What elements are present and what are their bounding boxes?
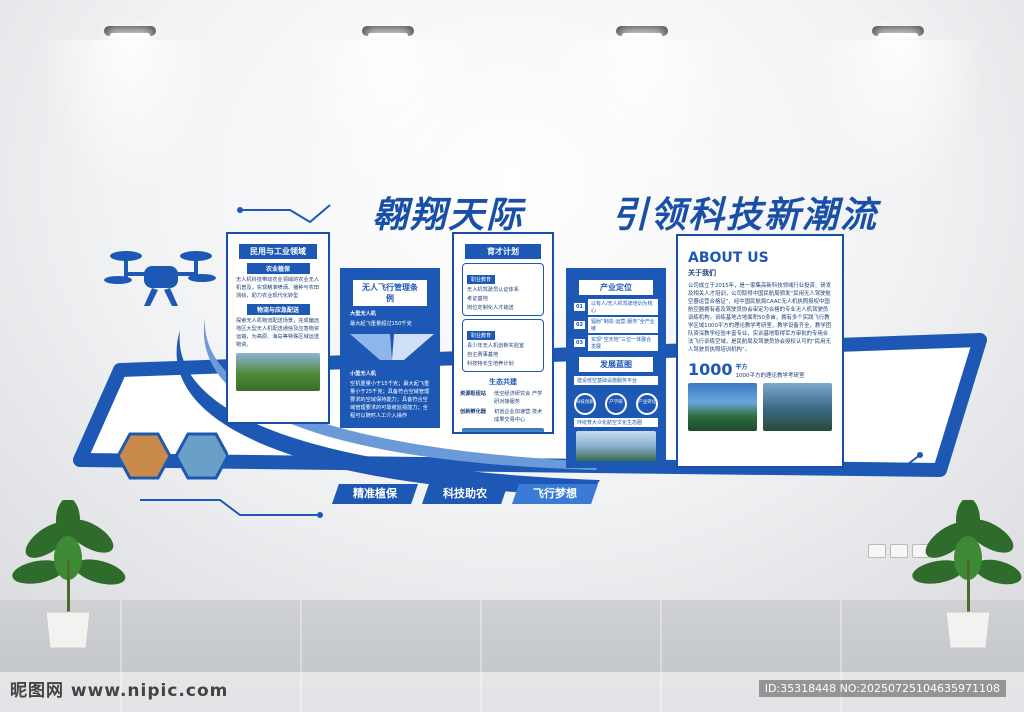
eco-text: 初创企业加速营 技术成果交易中心 bbox=[494, 409, 543, 423]
panel-title: 产业定位 bbox=[578, 280, 654, 295]
panel-subtitle: 农业植保 bbox=[246, 263, 310, 274]
drone-lake-photo bbox=[462, 428, 544, 432]
panel-subtitle: 小型无人机 bbox=[350, 371, 376, 377]
cargo-drone-photo bbox=[576, 431, 656, 461]
panel-subtitle: 生态共建 bbox=[488, 378, 517, 386]
panel-title: 民用与工业领域 bbox=[239, 244, 317, 259]
blueprint-circle: 产业转化 bbox=[636, 393, 659, 415]
panel-title: 发展蓝图 bbox=[578, 357, 654, 372]
box-line: 青少年无人机创新实验室 bbox=[467, 343, 525, 349]
panel-industry-positioning: 产业定位 01 以有人/无人机驾驶培训为核心 02 辐射“制造-运营-服务”全产业链… bbox=[566, 268, 666, 468]
box-line: 无人机驾驶员认证体系 bbox=[467, 287, 519, 293]
blueprint-circles: 科技创新 产学研 产业转化 bbox=[568, 388, 664, 415]
wall-switch-icon bbox=[890, 544, 908, 558]
eco-row: 资源枢纽站 低空经济研究会 产学研对接服务 bbox=[460, 390, 546, 406]
panel-title: 育才计划 bbox=[464, 244, 542, 259]
about-photo bbox=[763, 383, 832, 431]
panel-about-us: ABOUT US 关于我们 公司成立于2015年，是一家集高新科技领域行业投资、… bbox=[676, 234, 844, 468]
wall-switch-icon bbox=[868, 544, 886, 558]
drone-icon bbox=[104, 251, 216, 306]
panel-subtitle: 大型无人机 bbox=[350, 311, 376, 317]
eco-text: 低空经济研究会 产学研对接服务 bbox=[494, 391, 543, 405]
chevron-graphic bbox=[350, 334, 434, 360]
panel-talent-plan: 育才计划 职业教育 无人机驾驶员认证体系 考证基地 岗位定制化人才输送 职业教育… bbox=[452, 232, 554, 434]
about-photo bbox=[688, 383, 757, 431]
box-line: 考证基地 bbox=[467, 296, 488, 302]
position-item: 02 辐射“制造-运营-服务”全产业链 bbox=[574, 317, 658, 333]
panel-subtitle: 物流与应急配送 bbox=[246, 304, 310, 315]
eco-label: 资源枢纽站 bbox=[460, 391, 486, 397]
panel-title: 无人飞行管理条例 bbox=[352, 280, 428, 306]
pill-tech-agri: 科技助农 bbox=[422, 484, 508, 504]
panel-text: 空机重量小于15千克；最大起飞重量小于25千克；具备符合空域管理要求的空域保持能… bbox=[350, 381, 430, 419]
pill-flight-dream: 飞行梦想 bbox=[512, 484, 598, 504]
education-box: 职业教育 青少年无人机创新实验室 自主赛事基地 科技特长生培养计划 bbox=[462, 319, 544, 372]
box-tag: 职业教育 bbox=[467, 275, 496, 284]
eco-label: 创新孵化器 bbox=[460, 409, 486, 415]
box-tag: 职业教育 bbox=[467, 331, 496, 340]
about-stat: 1000 平方 1000平方的理论教学考研室 bbox=[688, 360, 832, 379]
panel-flight-regulations: 无人飞行管理条例 大型无人机 最大起飞重量超过150千克 小型无人机 空机重量小… bbox=[340, 268, 440, 428]
box-line: 岗位定制化人才输送 bbox=[467, 305, 514, 311]
potted-plant-icon bbox=[912, 500, 1022, 649]
about-title: ABOUT US bbox=[688, 250, 769, 266]
blueprint-circle: 产学研 bbox=[605, 393, 627, 415]
panel-text: 探索无人机物流配送场景，完成偏远地区大型无人机配送通信及应急物资运输，为高原、海… bbox=[236, 318, 320, 348]
eco-row: 创新孵化器 初创企业加速营 技术成果交易中心 bbox=[460, 408, 546, 424]
position-item: 03 实现“空天地”三位一体融合发展 bbox=[574, 335, 658, 351]
headline-left: 翱翔天际 bbox=[372, 195, 525, 236]
potted-plant-icon bbox=[12, 500, 126, 649]
about-photos bbox=[688, 383, 832, 431]
panel-civil-industrial: 民用与工业领域 农业植保 无人机科技带动农业领域的农业无人机普及，实现精准喷洒、… bbox=[226, 232, 330, 424]
blueprint-item: 建设低空基础设施服务平台 bbox=[574, 376, 658, 385]
stat-desc: 1000平方的理论教学考研室 bbox=[735, 373, 805, 379]
panel-text: 无人机科技带动农业领域的农业无人机普及，实现精准喷洒、播种与农田测绘，助力农业现… bbox=[236, 277, 320, 299]
position-item: 01 以有人/无人机驾驶培训为核心 bbox=[574, 299, 658, 315]
stat-unit: 平方 bbox=[735, 364, 748, 371]
about-subtitle: 关于我们 bbox=[688, 269, 716, 277]
about-body: 公司成立于2015年，是一家集高新科技领域行业投资、研发及相关人才培训，公司取得… bbox=[688, 283, 832, 353]
farmland-photo bbox=[236, 353, 320, 391]
pill-precision-plant: 精准植保 bbox=[332, 484, 418, 504]
stat-number: 1000 bbox=[688, 360, 733, 379]
blueprint-circle: 科技创新 bbox=[573, 393, 596, 415]
education-box: 职业教育 无人机驾驶员认证体系 考证基地 岗位定制化人才输送 bbox=[462, 263, 544, 316]
watermark-brand: 昵图网 www.nipic.com bbox=[10, 681, 229, 701]
box-line: 科技特长生培养计划 bbox=[467, 361, 514, 367]
panel-text: 最大起飞重量超过150千克 bbox=[350, 321, 412, 327]
headline-right: 引领科技新潮流 bbox=[612, 195, 879, 236]
hex-photos bbox=[118, 432, 228, 480]
image-id-tag: ID:35318448 NO:20250725104635971108 bbox=[758, 680, 1006, 697]
blueprint-item: 环绕育大众化航空文化生态圈 bbox=[574, 418, 658, 427]
box-line: 自主赛事基地 bbox=[467, 352, 499, 358]
